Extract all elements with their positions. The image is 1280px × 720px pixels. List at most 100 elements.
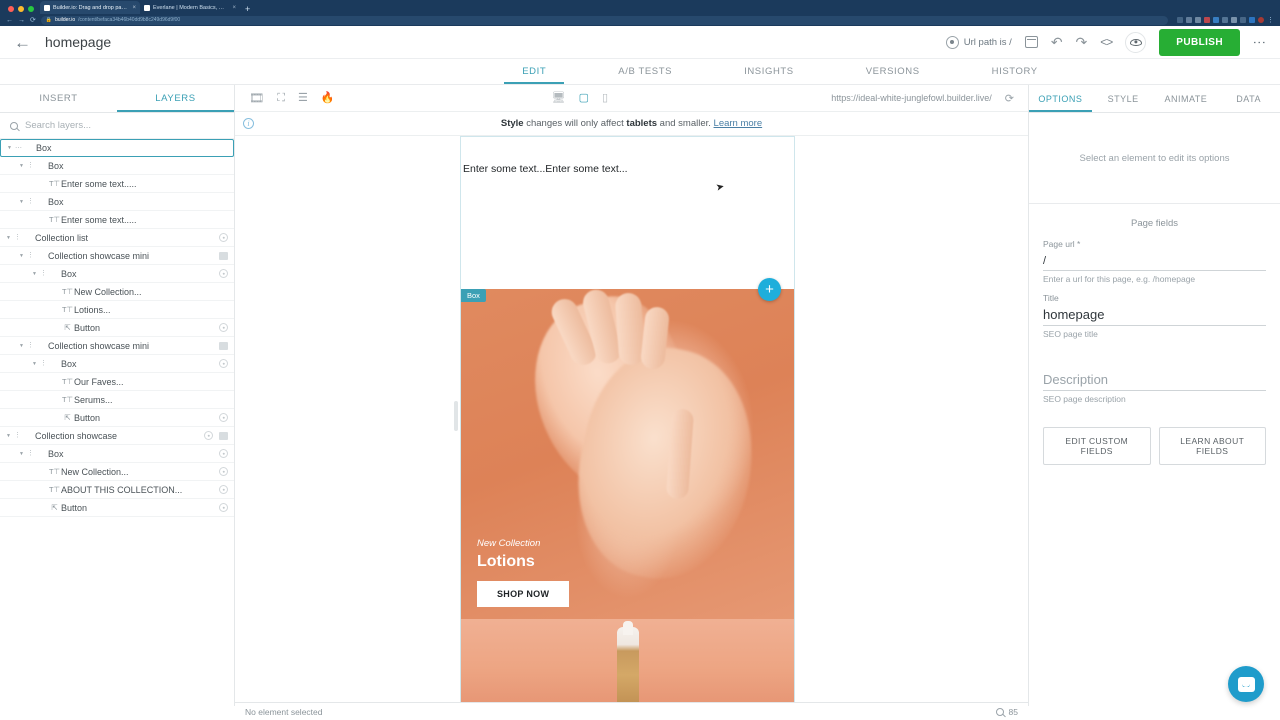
profile-avatar-icon[interactable] xyxy=(1258,17,1264,23)
drag-handle-icon[interactable]: ⋮ xyxy=(26,198,35,205)
flame-icon[interactable]: 🔥 xyxy=(321,92,335,104)
layer-row[interactable]: ▼ ⋮ Collection showcase mini xyxy=(0,337,234,355)
layer-row[interactable]: ▼ ⋮ Collection showcase mini xyxy=(0,247,234,265)
film-strip-icon[interactable]: 🎞 xyxy=(249,92,264,104)
new-tab-button[interactable]: + xyxy=(240,4,255,14)
layer-row[interactable]: T⊤ Enter some text..... xyxy=(0,211,234,229)
page-url-input[interactable] xyxy=(1043,253,1266,271)
chevron-down-icon[interactable]: ▼ xyxy=(30,271,39,277)
url-path-button[interactable]: Url path is / xyxy=(945,35,1012,49)
add-element-button[interactable]: + xyxy=(758,278,781,301)
drag-handle-icon[interactable]: ⋮ xyxy=(26,162,35,169)
learn-about-fields-button[interactable]: LEARN ABOUT FIELDS xyxy=(1158,427,1266,465)
layer-row[interactable]: ▼ ⋮ Box xyxy=(0,265,234,283)
tab-data[interactable]: DATA xyxy=(1217,85,1280,112)
layer-row[interactable]: ▼ ⋮ Collection showcase xyxy=(0,427,234,445)
window-maximize-button[interactable] xyxy=(28,6,34,12)
layer-row[interactable]: ▼ ⋮ Collection list xyxy=(0,229,234,247)
learn-more-link[interactable]: Learn more xyxy=(714,118,763,129)
binding-indicator-icon[interactable] xyxy=(219,359,228,368)
tab-insert[interactable]: INSERT xyxy=(0,85,117,112)
layer-row[interactable]: T⊤ New Collection... xyxy=(0,283,234,301)
desktop-icon[interactable]: 🖥 xyxy=(552,92,566,104)
drag-handle-icon[interactable]: ⋮ xyxy=(13,234,22,241)
publish-button[interactable]: PUBLISH xyxy=(1159,28,1240,56)
tab-style[interactable]: STYLE xyxy=(1092,85,1155,112)
browser-url-input[interactable]: 🔒 builder.io/content/befaca34b46b40dd9b8… xyxy=(40,15,1168,25)
extension-icon[interactable] xyxy=(1249,17,1255,23)
close-icon[interactable]: × xyxy=(232,5,236,11)
tab-insights[interactable]: INSIGHTS xyxy=(708,59,830,84)
reload-icon[interactable]: ⟳ xyxy=(30,17,36,24)
drag-handle-icon[interactable]: ⋮ xyxy=(39,270,48,277)
drag-handle-icon[interactable]: ⋮ xyxy=(13,432,22,439)
drag-handle-icon[interactable]: ⋮ xyxy=(39,360,48,367)
layer-row[interactable]: T⊤ Lotions... xyxy=(0,301,234,319)
window-close-button[interactable] xyxy=(8,6,14,12)
code-icon[interactable]: <> xyxy=(1100,35,1113,49)
layer-row[interactable]: ⇱ Button xyxy=(0,499,234,517)
extension-icon[interactable] xyxy=(1177,17,1183,23)
chevron-down-icon[interactable]: ▼ xyxy=(17,253,26,259)
edit-custom-fields-button[interactable]: EDIT CUSTOM FIELDS xyxy=(1043,427,1151,465)
preview-text-section[interactable]: Enter some text...Enter some text... ➤ + xyxy=(461,137,794,301)
window-controls[interactable] xyxy=(4,6,40,14)
tab-history[interactable]: HISTORY xyxy=(956,59,1074,84)
layer-row[interactable]: ▼ ⋯ Box xyxy=(0,139,234,157)
extension-icon[interactable] xyxy=(1222,17,1228,23)
hero-section[interactable]: Box New Collection Lotions SHOP NOW xyxy=(461,280,794,619)
chevron-down-icon[interactable]: ▼ xyxy=(17,199,26,205)
chevron-down-icon[interactable]: ▼ xyxy=(17,343,26,349)
chevron-down-icon[interactable]: ▼ xyxy=(17,451,26,457)
chevron-down-icon[interactable]: ▼ xyxy=(17,163,26,169)
layer-row[interactable]: ⇱ Button xyxy=(0,319,234,337)
symbol-indicator-icon[interactable] xyxy=(219,431,228,440)
binding-indicator-icon[interactable] xyxy=(219,485,228,494)
layer-row[interactable]: ▼ ⋮ Box xyxy=(0,193,234,211)
calendar-icon[interactable] xyxy=(1024,36,1038,48)
drag-handle-icon[interactable]: ⋮ xyxy=(26,252,35,259)
browser-extension-icons[interactable]: ⋮ xyxy=(1173,17,1274,24)
layer-row[interactable]: T⊤ Enter some text..... xyxy=(0,175,234,193)
binding-indicator-icon[interactable] xyxy=(219,449,228,458)
tab-edit[interactable]: EDIT xyxy=(486,59,582,84)
preview-text-block[interactable]: Enter some text...Enter some text... xyxy=(463,163,794,175)
drag-handle-icon[interactable]: ⋯ xyxy=(14,145,23,152)
layers-search[interactable] xyxy=(0,113,234,139)
drag-handle-icon[interactable]: ⋮ xyxy=(26,342,35,349)
layer-row[interactable]: ▼ ⋮ Box xyxy=(0,157,234,175)
back-button[interactable]: ← xyxy=(14,34,31,51)
binding-indicator-icon[interactable] xyxy=(219,323,228,332)
layer-row[interactable]: T⊤ Serums... xyxy=(0,391,234,409)
tab-ab-tests[interactable]: A/B TESTS xyxy=(582,59,708,84)
chevron-down-icon[interactable]: ▼ xyxy=(5,145,14,151)
browser-tab-everlane[interactable]: Everlane | Modern Basics, Sus... × xyxy=(140,1,240,14)
device-preview-frame[interactable]: Enter some text...Enter some text... ➤ +… xyxy=(460,136,795,706)
layer-row[interactable]: ▼ ⋮ Box xyxy=(0,445,234,463)
layer-row[interactable]: T⊤ Our Faves... xyxy=(0,373,234,391)
fullscreen-icon[interactable]: ⛶ xyxy=(277,92,285,104)
layout-rows-icon[interactable]: ☰ xyxy=(298,92,308,104)
chevron-down-icon[interactable]: ▼ xyxy=(30,361,39,367)
extension-icon[interactable] xyxy=(1231,17,1237,23)
extension-icon[interactable] xyxy=(1204,17,1210,23)
extension-icon[interactable] xyxy=(1213,17,1219,23)
drag-handle-icon[interactable]: ⋮ xyxy=(26,450,35,457)
binding-indicator-icon[interactable] xyxy=(219,233,228,242)
back-icon[interactable]: ← xyxy=(6,17,13,24)
redo-icon[interactable]: ↷ xyxy=(1076,35,1088,49)
tab-layers[interactable]: LAYERS xyxy=(117,85,234,112)
preview-button[interactable] xyxy=(1125,31,1147,53)
binding-indicator-icon[interactable] xyxy=(219,413,228,422)
window-minimize-button[interactable] xyxy=(18,6,24,12)
tab-animate[interactable]: ANIMATE xyxy=(1155,85,1218,112)
intercom-chat-bubble[interactable] xyxy=(1228,666,1264,702)
browser-tab-builder[interactable]: Builder.io: Drag and drop pag... × xyxy=(40,1,140,14)
refresh-icon[interactable]: ⟳ xyxy=(1005,92,1014,105)
symbol-indicator-icon[interactable] xyxy=(219,341,228,350)
layer-row[interactable]: T⊤ New Collection... xyxy=(0,463,234,481)
shop-now-button[interactable]: SHOP NOW xyxy=(477,581,570,607)
symbol-indicator-icon[interactable] xyxy=(219,251,228,260)
layer-row[interactable]: ⇱ Button xyxy=(0,409,234,427)
zoom-control[interactable]: 85 xyxy=(995,707,1018,717)
